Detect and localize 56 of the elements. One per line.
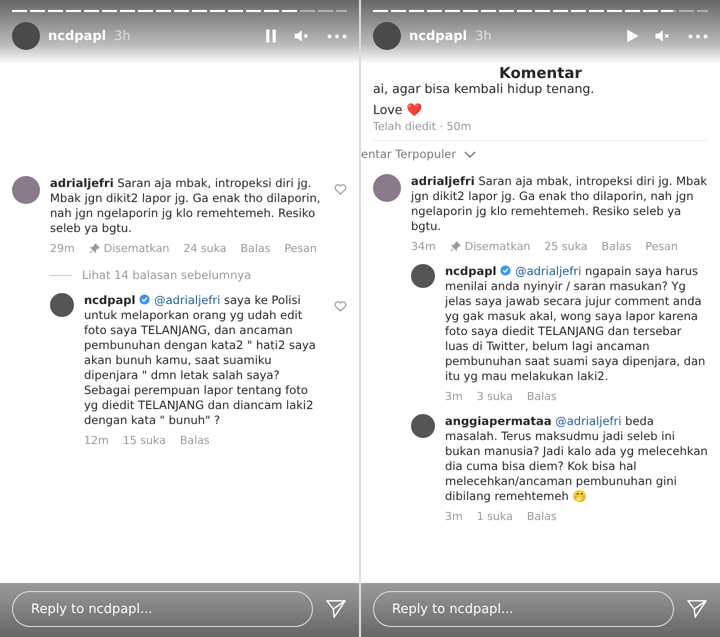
message-link[interactable]: Pesan — [645, 239, 678, 254]
pin-icon — [88, 243, 100, 254]
like-count[interactable]: 24 suka — [183, 241, 227, 256]
pinned-label: Disematkan — [464, 239, 530, 254]
chevron-down-icon[interactable] — [464, 150, 476, 158]
avatar[interactable] — [12, 176, 40, 204]
comment-time: 3m — [445, 509, 463, 524]
reply-link[interactable]: Balas — [240, 241, 270, 256]
reply-link[interactable]: Balas — [180, 433, 210, 448]
caption-text: ai, agar bisa kembali hidup tenang. — [373, 81, 596, 96]
more-icon[interactable] — [688, 34, 708, 38]
reply-link[interactable]: Balas — [602, 239, 632, 254]
comment-text: anggiapermataa @adrialjefri beda masalah. Terus maksudmu jadi seleb ini bukan manusia? Jadi kalo ada yg melecehkan dia cuma bisa diem? Kok bisa hal melecehkan/ancaman pembunuhan gini dibilang remehtemeh 🤭 — [445, 414, 708, 504]
avatar[interactable] — [411, 414, 435, 438]
comment-text: adrialjefri Saran aja mbak, intropeksi diri jg. Mbak jgn dikit2 lapor jg. Ga enak tho dilaporin, nah jgn ngelaporin jg klo remehtemeh. Resiko seleb ya bgtu. — [411, 174, 708, 234]
comment-time: 12m — [84, 433, 109, 448]
pin-icon — [450, 241, 461, 252]
comment-time: 3m — [445, 389, 463, 404]
timestamp: 3h — [114, 28, 131, 44]
like-count[interactable]: 1 suka — [476, 509, 513, 524]
username[interactable]: ncdpapl — [48, 28, 106, 44]
avatar[interactable] — [373, 174, 401, 202]
username[interactable]: ncdpapl — [409, 28, 468, 44]
comment-text: adrialjefri Saran aja mbak, intropeksi diri jg. Mbak jgn dikit2 lapor jg. Ga enak tho dilaporin, nah jgn ngelaporin jg klo remehtemeh. Resiko seleb ya bgtu. — [50, 176, 322, 236]
like-count[interactable]: 3 suka — [476, 389, 513, 404]
timestamp: 3h — [475, 28, 492, 44]
view-replies-link[interactable]: Lihat 14 balasan sebelumnya — [82, 268, 252, 283]
play-icon[interactable] — [624, 28, 640, 44]
reply-field[interactable]: Reply to ncdpapl... — [12, 591, 313, 627]
sort-dropdown[interactable]: entar Terpopuler — [361, 147, 456, 162]
send-icon[interactable] — [325, 598, 347, 620]
comment-time: 34m — [411, 239, 436, 254]
page-title: Komentar — [498, 66, 583, 81]
like-count[interactable]: 25 suka — [544, 239, 588, 254]
reply-field[interactable]: Reply to ncdpapl... — [373, 591, 674, 627]
caption-text: Love ❤ — [373, 102, 424, 117]
reply-link[interactable]: Balas — [526, 389, 557, 404]
send-icon[interactable] — [686, 598, 708, 620]
avatar[interactable] — [12, 22, 40, 50]
reply-link[interactable]: Balas — [526, 509, 557, 524]
heart-icon[interactable] — [334, 301, 347, 312]
avatar[interactable] — [50, 293, 74, 317]
avatar[interactable] — [373, 22, 401, 50]
like-count[interactable]: 15 suka — [122, 433, 166, 448]
comment-text: ncdpapl @adrialjefri ngapain saya harus menilai anda nyinyir / saran masukan? Yg jelas saya jawab secara jujur comment anda yg gak masuk akal, wong saya lapor karena foto saya diedit TELANJANG dan tersebar luas di Twitter, belum lagi ancaman pembunuhan saat suami saya dipenjara, dan itu yg mau melakukan laki2. — [445, 264, 706, 384]
mute-icon[interactable] — [293, 28, 309, 44]
heart-icon[interactable] — [334, 184, 347, 195]
more-icon[interactable] — [327, 34, 347, 38]
comment-time: 29m — [50, 241, 75, 256]
avatar[interactable] — [411, 264, 435, 288]
mute-icon[interactable] — [654, 28, 670, 44]
pause-icon[interactable] — [263, 28, 279, 44]
pinned-label: Disematkan — [104, 241, 170, 256]
edited-label: Telah diedit · 50m — [373, 119, 708, 141]
comment-text: ncdpapl @adrialjefri saya ke Polisi untuk melaporkan orang yg udah edit foto saya TELANJANG, dan ancaman pembunuhan dengan kata2 " hati2 saya akan bunuh kamu, saat suamiku dipenjara " dmn letak salah saya? Sebagai perempuan lapor tentang foto yg diedit TELANJANG dan diancam laki2 dengan kata " bunuh" ? — [84, 293, 317, 428]
message-link[interactable]: Pesan — [284, 241, 317, 256]
